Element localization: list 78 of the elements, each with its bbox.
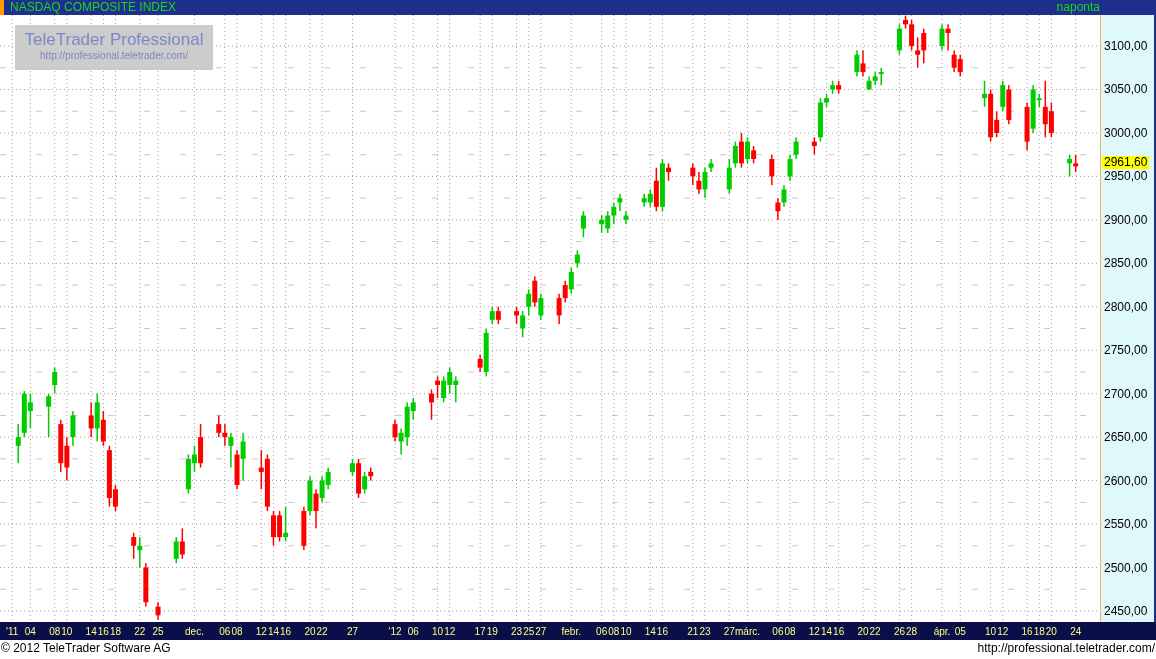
axis-label: 28 bbox=[906, 625, 918, 639]
axis-label: 25 bbox=[152, 625, 164, 639]
axis-label: 2600,00 bbox=[1104, 474, 1148, 487]
axis-label: 2900,00 bbox=[1104, 213, 1148, 226]
axis-label: 2500,00 bbox=[1104, 561, 1148, 574]
axis-label: 08 bbox=[608, 625, 620, 639]
axis-label: 12 bbox=[255, 625, 267, 639]
axis-label: 04 bbox=[24, 625, 36, 639]
candlestick bbox=[580, 211, 586, 238]
axis-label: 16 bbox=[280, 625, 292, 639]
axis-label: 14 bbox=[85, 625, 97, 639]
axis-label: 2650,00 bbox=[1104, 431, 1148, 444]
axis-label: 21 bbox=[687, 625, 699, 639]
axis-label: 2450,00 bbox=[1104, 604, 1148, 617]
axis-label: '11 bbox=[6, 625, 19, 639]
axis-label: 3050,00 bbox=[1104, 83, 1148, 96]
axis-label: dec. bbox=[185, 625, 204, 639]
axis-label: 08 bbox=[231, 625, 243, 639]
axis-label: 20 bbox=[304, 625, 316, 639]
copyright-text: © 2012 TeleTrader Software AG bbox=[1, 640, 171, 656]
axis-label: febr. bbox=[561, 625, 581, 639]
axis-label: 22 bbox=[316, 625, 328, 639]
axis-label: 27 bbox=[535, 625, 547, 639]
axis-label: 16 bbox=[656, 625, 668, 639]
axis-label: 23 bbox=[699, 625, 711, 639]
axis-label: 08 bbox=[784, 625, 796, 639]
axis-label: 10 bbox=[620, 625, 632, 639]
axis-label: 27 bbox=[723, 625, 735, 639]
axis-label: 26 bbox=[893, 625, 905, 639]
axis-label: 22 bbox=[134, 625, 146, 639]
axis-label: 06 bbox=[596, 625, 608, 639]
axis-label: 2800,00 bbox=[1104, 300, 1148, 313]
axis-label: 12 bbox=[444, 625, 456, 639]
axis-label: 06 bbox=[772, 625, 784, 639]
axis-label: 18 bbox=[109, 625, 122, 639]
footer-url: http://professional.teletrader.com/ bbox=[977, 640, 1155, 656]
axis-label: 16 bbox=[833, 625, 845, 639]
axis-label: 2550,00 bbox=[1104, 518, 1148, 531]
last-price-badge: 2961,60 bbox=[1102, 156, 1150, 170]
axis-label: 06 bbox=[407, 625, 419, 639]
axis-label: 20 bbox=[1045, 625, 1057, 639]
axis-label: 16 bbox=[97, 625, 109, 639]
axis-label: 10 bbox=[61, 625, 73, 639]
axis-label: 24 bbox=[1070, 625, 1082, 639]
axis-label: 08 bbox=[49, 625, 61, 639]
axis-label: 16 bbox=[1021, 625, 1033, 639]
logo-name: TeleTrader Professional bbox=[24, 30, 204, 50]
axis-label: 12 bbox=[997, 625, 1009, 639]
axis-label: 17 bbox=[474, 625, 486, 639]
axis-label: ápr. bbox=[933, 625, 951, 639]
logo-url: http://professional.teletrader.com/ bbox=[40, 50, 188, 61]
axis-label: 19 bbox=[486, 625, 498, 639]
axis-label: '12 bbox=[388, 625, 402, 639]
axis-label: 2750,00 bbox=[1104, 344, 1148, 357]
axis-label: 3000,00 bbox=[1104, 126, 1148, 139]
axis-label: 22 bbox=[869, 625, 881, 639]
chart-title: NASDAQ COMPOSITE INDEX bbox=[10, 0, 178, 15]
axis-label: 05 bbox=[954, 625, 966, 639]
axis-label: 23 bbox=[511, 625, 523, 639]
axis-label: 2700,00 bbox=[1104, 387, 1148, 400]
axis-label: 10 bbox=[432, 625, 444, 639]
axis-label: 14 bbox=[644, 625, 656, 639]
axis-label: 2850,00 bbox=[1104, 257, 1148, 270]
axis-label: 14 bbox=[267, 625, 280, 639]
axis-label: 14 bbox=[820, 625, 833, 639]
axis-label: 25 bbox=[523, 625, 535, 639]
marker-icon bbox=[0, 0, 4, 15]
candlestick bbox=[155, 602, 161, 620]
period-label: naponta bbox=[1056, 0, 1100, 15]
axis-label: márc. bbox=[735, 625, 760, 639]
axis-label: 06 bbox=[219, 625, 231, 639]
axis-label: 20 bbox=[857, 625, 869, 639]
axis-label: 27 bbox=[346, 625, 359, 639]
axis-label: 10 bbox=[985, 625, 997, 639]
axis-label: 2950,00 bbox=[1104, 170, 1148, 183]
axis-label: 12 bbox=[808, 625, 820, 639]
axis-label: 3100,00 bbox=[1104, 40, 1148, 52]
axis-label: 18 bbox=[1033, 625, 1045, 639]
